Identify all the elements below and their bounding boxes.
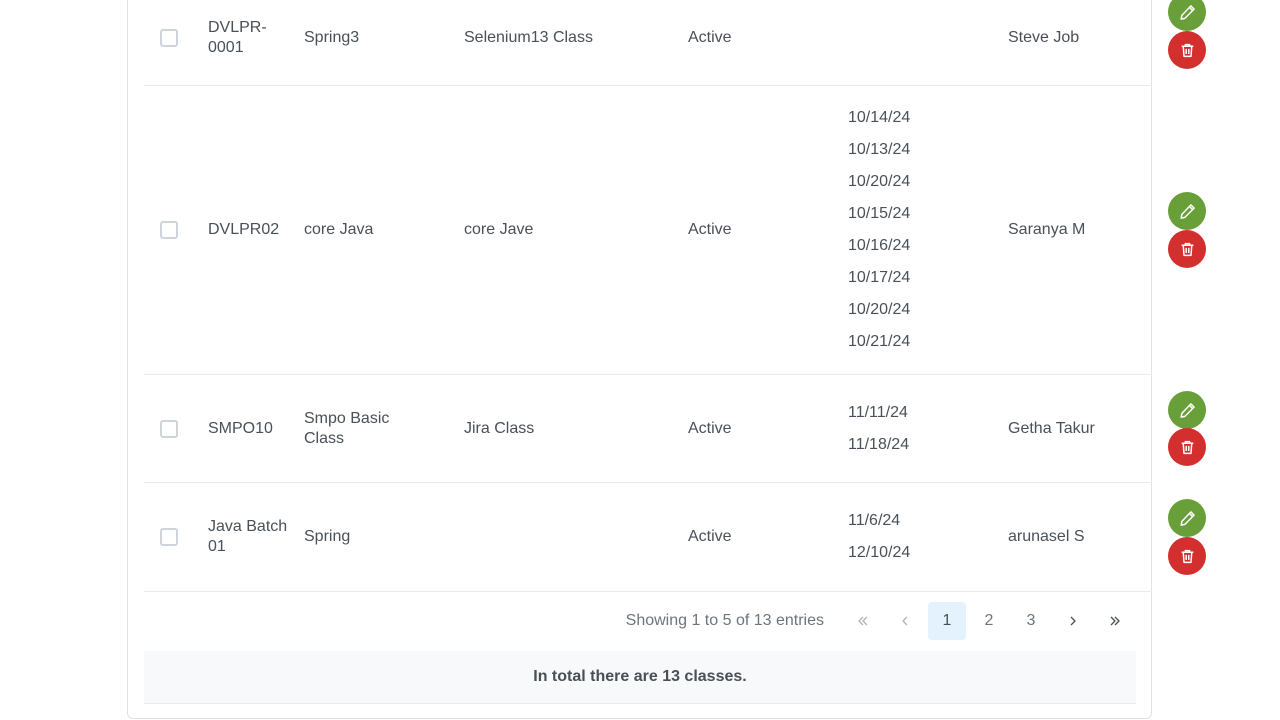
class-date: 10/13/24 bbox=[848, 141, 911, 158]
class-date: 10/16/24 bbox=[848, 237, 911, 254]
prev-page-button[interactable] bbox=[886, 602, 924, 640]
class-code: SMPO10 bbox=[208, 419, 273, 437]
edit-button[interactable] bbox=[1168, 0, 1206, 31]
batch-name: Spring bbox=[304, 528, 351, 545]
staff-name: Getha Takur bbox=[1008, 419, 1095, 437]
class-date: 10/15/24 bbox=[848, 205, 911, 222]
page-button[interactable]: 1 bbox=[928, 602, 966, 640]
class-date: 10/21/24 bbox=[848, 333, 911, 350]
class-status: Active bbox=[688, 528, 732, 545]
class-topic: core Jave bbox=[464, 221, 534, 238]
class-status: Active bbox=[688, 221, 732, 238]
class-code: Java Batch 01 bbox=[208, 518, 288, 555]
table-row: SMPO10 Smpo Basic Class Jira Class Activ… bbox=[144, 375, 1152, 483]
staff-name: Steve Job bbox=[1008, 28, 1080, 46]
pencil-icon bbox=[1179, 203, 1195, 219]
next-page-button[interactable] bbox=[1054, 602, 1092, 640]
table-row: Java Batch 01 Spring Active 11/6/24 12/1… bbox=[144, 483, 1152, 592]
last-page-button[interactable] bbox=[1096, 602, 1134, 640]
class-date: 11/6/24 bbox=[848, 512, 901, 529]
delete-button[interactable] bbox=[1168, 537, 1206, 575]
double-chevron-left-icon bbox=[858, 616, 868, 626]
batch-name: Smpo Basic Class bbox=[304, 409, 390, 447]
delete-button[interactable] bbox=[1168, 428, 1206, 466]
batch-name: core Java bbox=[304, 221, 374, 238]
page-button[interactable]: 3 bbox=[1012, 602, 1050, 640]
class-topic: Selenium13 Class bbox=[464, 28, 593, 46]
table-row: DVLPR-0001 Spring3 Selenium13 Class Acti… bbox=[144, 0, 1152, 86]
edit-button[interactable] bbox=[1168, 391, 1206, 429]
table-footer-summary: In total there are 13 classes. bbox=[144, 651, 1136, 704]
class-date: 10/17/24 bbox=[848, 269, 911, 286]
class-status: Active bbox=[688, 419, 732, 437]
trash-icon bbox=[1181, 440, 1193, 454]
pencil-icon bbox=[1179, 4, 1195, 20]
class-dates: 11/6/24 12/10/24 bbox=[848, 505, 968, 569]
class-date: 10/20/24 bbox=[848, 301, 911, 318]
delete-button[interactable] bbox=[1168, 230, 1206, 268]
chevron-right-icon bbox=[1070, 616, 1076, 626]
edit-button[interactable] bbox=[1168, 192, 1206, 230]
class-status: Active bbox=[688, 28, 732, 46]
chevron-left-icon bbox=[902, 616, 908, 626]
first-page-button[interactable] bbox=[844, 602, 882, 640]
edit-button[interactable] bbox=[1168, 499, 1206, 537]
staff-name: arunasel S bbox=[1008, 528, 1085, 545]
class-topic: Jira Class bbox=[464, 419, 535, 437]
class-date: 12/10/24 bbox=[848, 544, 911, 561]
table-row: DVLPR02 core Java core Jave Active 10/14… bbox=[144, 86, 1152, 375]
class-dates: 11/11/24 11/18/24 bbox=[848, 397, 968, 461]
class-date: 10/14/24 bbox=[848, 109, 911, 126]
row-checkbox[interactable] bbox=[160, 528, 178, 546]
class-dates: 10/14/24 10/13/24 10/20/24 10/15/24 10/1… bbox=[848, 102, 968, 358]
pencil-icon bbox=[1179, 510, 1195, 526]
class-date: 11/11/24 bbox=[848, 403, 908, 421]
trash-icon bbox=[1181, 549, 1193, 563]
delete-button[interactable] bbox=[1168, 31, 1206, 69]
class-code: DVLPR02 bbox=[208, 221, 280, 238]
pagination-info: Showing 1 to 5 of 13 entries bbox=[625, 612, 824, 629]
double-chevron-right-icon bbox=[1110, 616, 1120, 626]
pencil-icon bbox=[1179, 402, 1195, 418]
batch-name: Spring3 bbox=[304, 28, 360, 46]
trash-icon bbox=[1181, 43, 1193, 57]
row-checkbox[interactable] bbox=[160, 419, 178, 438]
staff-name: Saranya M bbox=[1008, 221, 1086, 238]
class-date: 10/20/24 bbox=[848, 173, 911, 190]
row-checkbox[interactable] bbox=[160, 221, 178, 239]
pagination: Showing 1 to 5 of 13 entries 1 2 3 bbox=[144, 592, 1152, 650]
page-button[interactable]: 2 bbox=[970, 602, 1008, 640]
class-code: DVLPR-0001 bbox=[208, 18, 267, 56]
trash-icon bbox=[1181, 242, 1193, 256]
row-checkbox[interactable] bbox=[160, 28, 178, 47]
class-date: 11/18/24 bbox=[848, 435, 910, 453]
